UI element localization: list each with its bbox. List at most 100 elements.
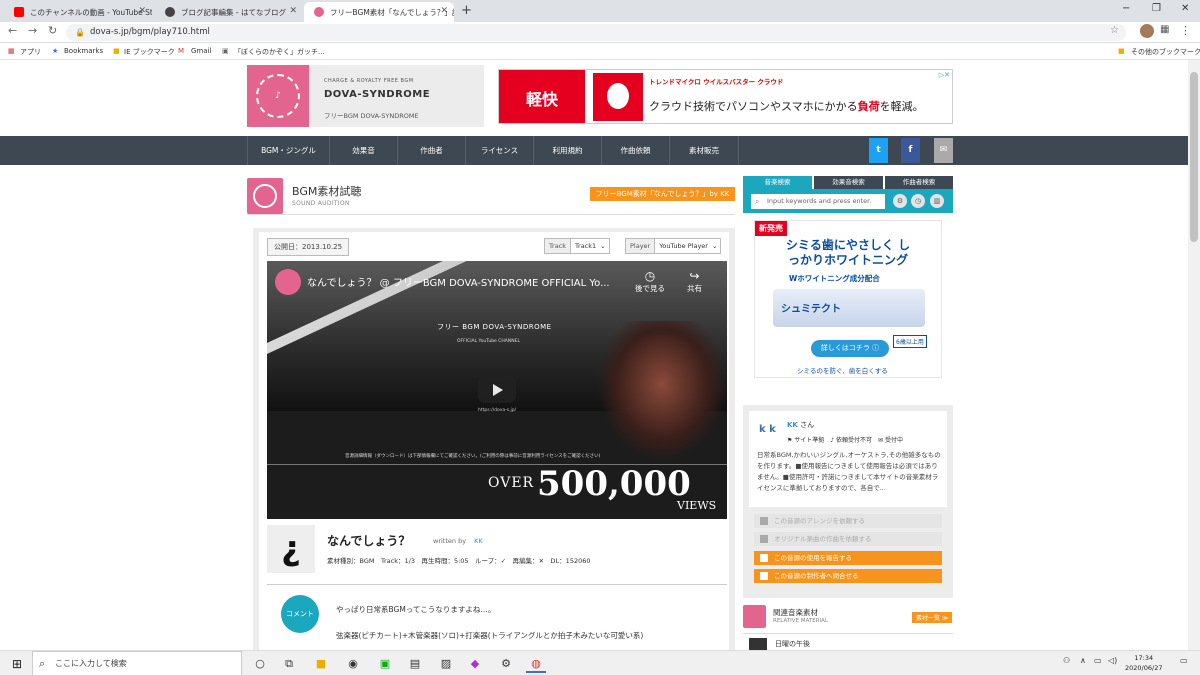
menu-icon[interactable]: ⋮ [1180,24,1191,37]
scrollbar[interactable] [1188,60,1200,650]
tray-expand-icon[interactable]: ∧ [1080,656,1086,665]
network-icon[interactable]: ▭ [1094,656,1102,665]
maximize-icon[interactable]: ❐ [1152,3,1161,14]
app-icon[interactable]: ◆ [465,654,485,673]
gmail-icon: M [178,47,185,55]
contact-author-button[interactable]: この音源の制作者へ問合せる [754,569,942,583]
back-icon[interactable]: ← [8,24,17,37]
url-text: dova-s.jp/bgm/play710.html [90,27,210,37]
scrollbar-thumb[interactable] [1190,72,1198,242]
request-arrange-button[interactable]: この音源のアレンジを依頼する [754,514,942,528]
volume-icon[interactable]: ◁) [1108,656,1117,665]
watch-later-button[interactable]: ◷ 後で見る [635,269,665,294]
people-icon[interactable]: ⚇ [1063,656,1070,665]
tab-composer-search[interactable]: 作曲者検索 [885,176,953,189]
search-input[interactable]: Input keywords and press enter. [751,194,885,209]
lock-icon: 🔒 [75,28,85,37]
close-tab-icon[interactable]: ✕ [289,6,297,16]
bookmark-item[interactable]: 「ぼくらのかぞく」ガッチ... [234,47,325,57]
browser-tab-strip: このチャンネルの動画 - YouTube Stu ✕ ブログ記事編集 - はてな… [0,0,1200,22]
section-header: BGM素材試聴 SOUND AUDITION フリーBGM素材「なんでしょう？」… [247,176,735,215]
nav-commission[interactable]: 作曲依頼 [601,136,669,165]
related-item[interactable]: 日曜の午後 [775,639,810,649]
close-window-icon[interactable]: ✕ [1181,3,1189,14]
section-subtitle: SOUND AUDITION [292,200,350,207]
nav-se[interactable]: 効果音 [329,136,397,165]
request-original-button[interactable]: オリジナル楽曲の作曲を依頼する [754,532,942,546]
profile-avatar[interactable] [1140,24,1154,38]
material-list-link[interactable]: 素材一覧 ≫ [912,612,953,623]
windows-taskbar: ⊞ ここに入力して検索 ○ ⧉ ■ ◉ ▣ ▤ ▨ ◆ ⚙ ◍ ⚇ ∧ ▭ ◁)… [0,650,1200,675]
bookmarks-bar: ▦ アプリ ★ Bookmarks ■ IE ブックマーク M Gmail ▣ … [0,43,1200,60]
play-button[interactable] [478,376,516,403]
tab-hatena-blog[interactable]: ブログ記事編集 - はてなブログ ✕ [155,2,303,22]
photos-icon[interactable]: ▨ [436,654,456,673]
share-button[interactable]: ↪ 共有 [687,269,702,294]
ad-new-badge: 新発売 [755,221,787,236]
bookmark-other[interactable]: その他のブックマーク [1131,47,1200,57]
nav-shop[interactable]: 素材販売 [669,136,739,165]
video-title[interactable]: なんでしょう？ @ フリーBGM DOVA-SYNDROME OFFICIAL … [307,274,610,289]
over-label: OVER [488,475,535,491]
channel-avatar[interactable] [275,269,301,295]
close-tab-icon[interactable]: ✕ [440,6,448,16]
author-logo[interactable]: k k [759,424,776,435]
bookmark-item[interactable]: Gmail [191,47,211,55]
site-logo[interactable]: ♪ CHARGE & ROYALTY FREE BGM DOVA-SYNDROM… [247,65,484,127]
line-icon[interactable]: ▣ [375,654,395,673]
twitter-icon[interactable]: t [869,138,888,163]
task-view-icon[interactable]: ⧉ [279,654,299,673]
tab-se-search[interactable]: 効果音検索 [814,176,883,189]
reload-icon[interactable]: ↻ [48,24,57,37]
nav-bgm[interactable]: BGM・ジングル [247,136,329,165]
section-tag: フリーBGM素材「なんでしょう？」by KK [590,187,735,201]
clock-icon[interactable]: ◷ [911,194,925,208]
nav-composers[interactable]: 作曲者 [397,136,465,165]
close-tab-icon[interactable]: ✕ [138,6,146,16]
tab-label: このチャンネルの動画 - YouTube Stu [30,7,152,17]
chrome-icon[interactable]: ◍ [526,654,546,673]
app-icon[interactable]: ◉ [343,654,363,673]
author-panel: k k KK さん ⚑ サイト準拠 ♪ 依頼受付不可 ✉ 受付中 日常系BGM,… [743,405,953,598]
track-select[interactable]: Track Track1 ⌄ [544,238,610,254]
player-select[interactable]: Player YouTube Player ⌄ [625,238,722,254]
tab-music-search[interactable]: 音楽検索 [743,176,812,189]
bookmark-star-icon[interactable]: ☆ [1110,25,1119,36]
tab-youtube-studio[interactable]: このチャンネルの動画 - YouTube Stu ✕ [4,2,152,22]
author-link[interactable]: KK [474,537,483,545]
file-explorer-icon[interactable]: ■ [311,654,331,673]
ad-choices-icon[interactable]: ▷✕ [939,71,950,79]
comment-badge: コメント [281,595,319,633]
facebook-icon[interactable]: f [901,138,920,163]
settings-icon[interactable]: ⚙ [496,654,516,673]
ad-details-button[interactable]: 詳しくはコチラ ⓘ [811,340,889,357]
report-usage-button[interactable]: この音源の使用を報告する [754,551,942,565]
bookmark-item[interactable]: IE ブックマーク [124,47,175,57]
windows-start-icon[interactable]: ⊞ [12,657,22,671]
tab-dova-syndrome[interactable]: フリーBGM素材「なんでしょう？」試聴 ✕ [304,2,454,22]
mail-icon[interactable]: ✉ [934,138,953,163]
extension-icon[interactable]: ▦ [1160,24,1169,35]
youtube-video[interactable]: なんでしょう？ @ フリーBGM DOVA-SYNDROME OFFICIAL … [267,261,727,519]
nav-terms[interactable]: 利用規約 [533,136,601,165]
nav-license[interactable]: ライセンス [465,136,533,165]
sidebar-ad[interactable]: 新発売 シミる歯にやさしく しっかりホワイトニング Wホワイトニング成分配合 シ… [743,220,953,387]
bookmark-item[interactable]: Bookmarks [64,47,103,55]
gear-icon[interactable]: ⚙ [893,194,907,208]
publish-date: 公開日：2013.10.25 [267,238,350,256]
notification-icon[interactable]: ▭ [1180,656,1188,665]
banner-ad[interactable]: 軽快 トレンドマイクロ ウイルスバスター クラウド クラウド技術でパソコンやスマ… [498,69,953,124]
url-field[interactable]: 🔒 dova-s.jp/bgm/play710.html [66,24,1126,41]
tab-label: フリーBGM素材「なんでしょう？」試聴 [330,7,454,17]
clock[interactable]: 17:34 2020/06/27 [1125,653,1162,673]
cortana-icon[interactable]: ○ [250,654,270,673]
bookmark-apps[interactable]: アプリ [20,47,41,57]
app-icon[interactable]: ▤ [405,654,425,673]
trash-icon[interactable]: ▥ [930,194,944,208]
new-tab-button[interactable]: + [461,3,472,18]
minimize-icon[interactable]: − [1122,3,1130,14]
taskbar-search[interactable]: ここに入力して検索 [32,651,242,675]
forward-icon[interactable]: → [28,24,37,37]
apps-icon[interactable]: ▦ [8,47,15,55]
video-note: 音源詳細情報（ダウンロード）は下部情報欄にてご確認ください。(ご利用の際は事前に… [345,454,601,459]
